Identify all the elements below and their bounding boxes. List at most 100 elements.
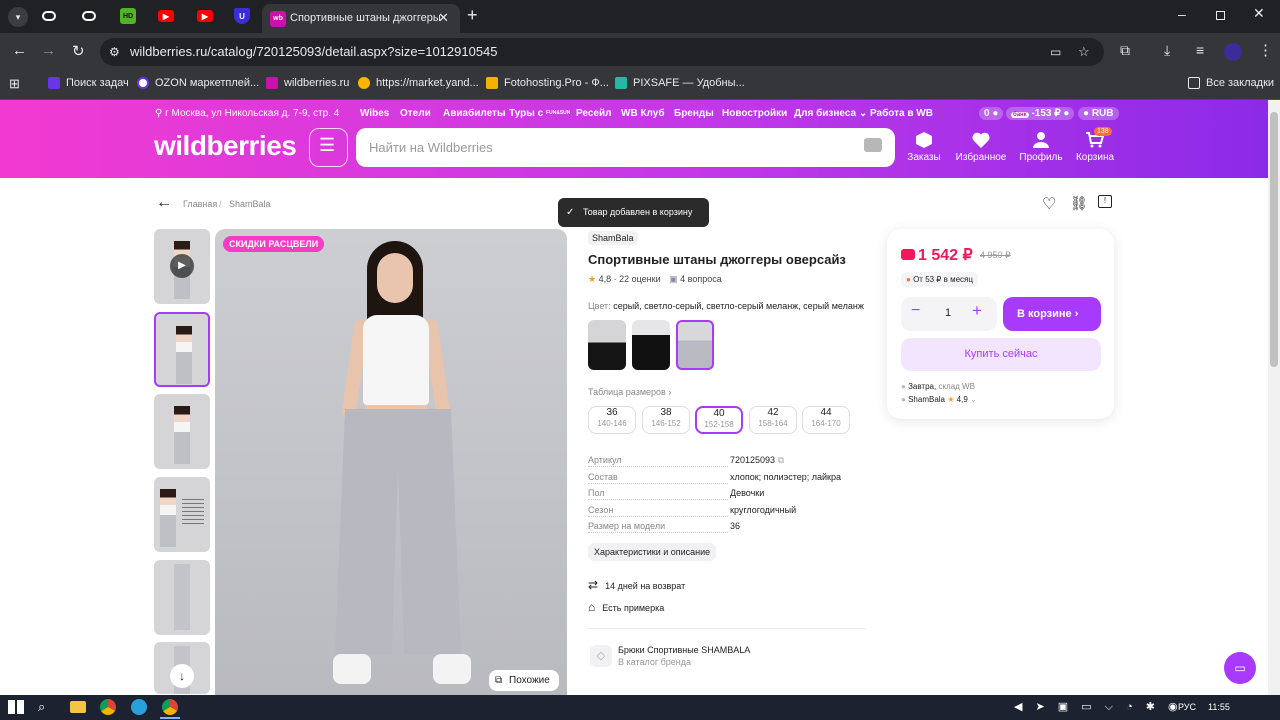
specs-description-button[interactable]: Характеристики и описание: [588, 543, 717, 561]
brand-chip[interactable]: ShamBala: [588, 231, 638, 245]
youtube-icon[interactable]: ▶: [158, 10, 174, 22]
main-product-image[interactable]: СКИДКИ РАСЦВЕЛИ ⧉ Похожие: [215, 229, 567, 695]
file-explorer-icon[interactable]: [70, 701, 86, 713]
windows-start-icon[interactable]: [8, 700, 24, 714]
tab-favicon-u[interactable]: U: [234, 8, 250, 24]
catalog-menu-button[interactable]: ☰: [309, 128, 348, 167]
minimize-button[interactable]: –: [1178, 6, 1186, 22]
close-tab-icon[interactable]: ✕: [438, 10, 449, 26]
tab-search-button[interactable]: ▾: [8, 7, 28, 27]
new-tab-button[interactable]: +: [467, 5, 478, 26]
search-icon[interactable]: ⌕: [38, 699, 54, 715]
size-option-selected[interactable]: 40 152-158: [695, 406, 743, 434]
gallery-thumbnail[interactable]: [154, 560, 210, 635]
header-link-wbclub[interactable]: WB Клуб: [621, 108, 665, 119]
bookmark-item[interactable]: Fotohosting.Pro - Ф...: [486, 77, 609, 89]
size-table-link[interactable]: Таблица размеров ›: [588, 387, 671, 397]
orders-button[interactable]: Заказы: [901, 132, 947, 163]
site-info-icon[interactable]: ⚙: [109, 38, 120, 66]
maximize-button[interactable]: [1216, 11, 1225, 20]
size-option[interactable]: 38 146-152: [642, 406, 690, 434]
forward-icon[interactable]: →: [41, 42, 56, 59]
size-option[interactable]: 42 158-164: [749, 406, 797, 434]
tab-favicon-2[interactable]: [82, 11, 96, 21]
favorites-button[interactable]: Избранное: [955, 132, 1007, 163]
similar-button[interactable]: ⧉ Похожие: [489, 670, 559, 691]
gallery-thumbnail[interactable]: [154, 394, 210, 469]
youtube-icon[interactable]: ▶: [197, 10, 213, 22]
all-bookmarks[interactable]: Все закладки: [1188, 77, 1274, 89]
system-tray-icons[interactable]: ◀ ➤ ▣ ▭ ⌵ ◔ ✱ ◉: [1014, 700, 1183, 714]
telegram-icon[interactable]: [131, 699, 147, 715]
bookmark-star-icon[interactable]: ☆: [1078, 38, 1090, 66]
currency-selector[interactable]: ● RUB: [1078, 107, 1119, 120]
bookmark-item[interactable]: wildberries.ru: [266, 77, 349, 89]
favorite-heart-icon[interactable]: ♡: [1042, 194, 1056, 214]
bookmark-item[interactable]: Поиск задач: [48, 77, 129, 89]
back-icon[interactable]: ←: [12, 42, 27, 59]
breadcrumb-home[interactable]: Главная: [183, 199, 217, 209]
share-link-icon[interactable]: ⛓: [1070, 195, 1088, 212]
gallery-thumbnail[interactable]: ▶: [154, 229, 210, 304]
header-link-brands[interactable]: Бренды: [674, 108, 714, 119]
location-link[interactable]: ⚲ г Москва, ул Никольская д. 7-9, стр. 4: [155, 108, 339, 119]
header-link-jobs[interactable]: Работа в WB: [870, 108, 933, 119]
clock[interactable]: 11:55: [1208, 702, 1230, 712]
close-window-button[interactable]: ✕: [1253, 5, 1265, 22]
installment-badge[interactable]: ● От 53 ₽ в месяц: [901, 272, 978, 287]
keyboard-language[interactable]: РУС: [1178, 702, 1196, 712]
media-icon[interactable]: ≡: [1196, 42, 1204, 58]
breadcrumb-brand[interactable]: ShamBala: [229, 199, 271, 209]
size-option[interactable]: 44 164-170: [802, 406, 850, 434]
scroll-down-icon[interactable]: ↓: [170, 664, 194, 688]
apps-icon[interactable]: ⊞: [9, 76, 20, 92]
bookmark-item[interactable]: OZON маркетплей...: [137, 77, 259, 89]
back-arrow-icon[interactable]: ←: [156, 194, 172, 212]
install-app-icon[interactable]: ▭: [1050, 38, 1061, 66]
increase-quantity-button[interactable]: +: [972, 301, 982, 321]
color-variant[interactable]: [588, 320, 626, 370]
browser-menu-icon[interactable]: ⋮: [1258, 41, 1273, 59]
tab-favicon-1[interactable]: [42, 11, 56, 21]
header-link-flights[interactable]: Авиабилеты: [443, 108, 506, 119]
header-link-new-buildings[interactable]: Новостройки: [722, 108, 787, 119]
header-link-tours[interactable]: Туры с FUN&SUN: [509, 108, 570, 119]
quantity-stepper[interactable]: − 1 +: [901, 297, 997, 331]
color-variant-selected[interactable]: [676, 320, 714, 370]
in-cart-button[interactable]: В корзине ›: [1003, 297, 1101, 331]
chrome-icon[interactable]: [100, 699, 116, 715]
wildberries-logo[interactable]: wildberries: [154, 128, 297, 164]
color-variant[interactable]: [632, 320, 670, 370]
download-icon[interactable]: ⤓: [1164, 42, 1170, 59]
cart-button[interactable]: Корзина 138: [1072, 127, 1118, 163]
chat-button[interactable]: ▭: [1224, 652, 1256, 684]
report-icon[interactable]: !: [1098, 195, 1112, 208]
buy-now-button[interactable]: Купить сейчас: [901, 338, 1101, 371]
seller-info[interactable]: ● ShamBala ★ 4,9 ⌄: [901, 395, 977, 404]
bookmark-item[interactable]: PIXSAFE — Удобны...: [615, 77, 745, 89]
camera-search-icon[interactable]: [864, 138, 882, 152]
gallery-thumbnail[interactable]: ↓: [154, 642, 210, 694]
avatar[interactable]: [1224, 43, 1242, 61]
tab-favicon-3[interactable]: HD: [120, 8, 136, 24]
profile-button[interactable]: Профиль: [1018, 132, 1064, 163]
decrease-quantity-button[interactable]: −: [911, 302, 920, 320]
reload-icon[interactable]: ↻: [72, 42, 85, 60]
active-tab[interactable]: wb Спортивные штаны джоггеры ✕: [262, 4, 460, 33]
header-link-hotels[interactable]: Отели: [400, 108, 431, 119]
chrome-icon[interactable]: [162, 699, 178, 715]
brand-catalog-link[interactable]: ◇ Брюки Спортивные SHAMBALA В каталог бр…: [588, 642, 838, 668]
page-scrollbar[interactable]: [1268, 100, 1280, 695]
rating-row[interactable]: ★ 4,8 · 22 оценки ▣ 4 вопроса: [588, 274, 722, 285]
search-input[interactable]: Найти на Wildberries: [356, 128, 895, 167]
scrollbar-thumb[interactable]: [1270, 112, 1278, 367]
bank-balance-pill[interactable]: банк -153 ₽ ●: [1006, 107, 1075, 120]
gallery-thumbnail[interactable]: [154, 477, 210, 552]
play-video-icon[interactable]: ▶: [170, 254, 194, 278]
copy-icon[interactable]: ⧉: [778, 455, 784, 465]
size-option[interactable]: 36 140-146: [588, 406, 636, 434]
address-bar[interactable]: ⚙ wildberries.ru/catalog/720125093/detai…: [100, 38, 1104, 66]
extensions-icon[interactable]: ⧉: [1120, 42, 1130, 59]
balance-pill[interactable]: 0 ●: [979, 107, 1004, 120]
header-link-wibes[interactable]: Wibes: [360, 108, 389, 119]
